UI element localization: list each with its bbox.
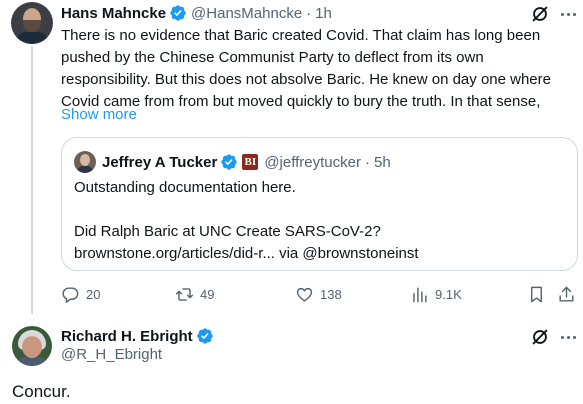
quoted-body-line: Outstanding documentation here.	[74, 179, 296, 196]
reply-tweet: Richard H. Ebright @R_H_Ebright Concur.	[0, 314, 583, 404]
avatar-hans-mahncke[interactable]	[11, 2, 53, 44]
view-count: 9.1K	[435, 286, 462, 302]
tweet-header: Hans Mahncke @HansMahncke · 1h	[61, 3, 332, 23]
avatar-richard-ebright[interactable]	[12, 326, 52, 366]
quoted-tweet-body: Outstanding documentation here. Did Ralp…	[74, 177, 419, 265]
heart-icon	[296, 287, 313, 302]
tweet-time[interactable]: 1h	[315, 5, 332, 22]
tweet-body: There is no evidence that Baric created …	[61, 25, 579, 113]
verified-badge-icon	[221, 154, 238, 170]
quoted-body-line: brownstone.org/articles/did-r... via @br…	[74, 245, 419, 262]
more-options-icon[interactable]	[557, 3, 579, 25]
views-button[interactable]: 9.1K	[410, 282, 462, 306]
tweet-body-line: responsibility. But this does not absolv…	[61, 71, 551, 88]
like-count: 138	[320, 286, 342, 302]
tweet-actions-bar: 20 49 138 9.1K	[0, 282, 583, 306]
thread-connector-line	[31, 46, 33, 314]
quoted-tweet-header: Jeffrey A Tucker BI @jeffreytucker · 5h	[102, 152, 391, 172]
bookmark-icon	[531, 286, 542, 302]
reply-button[interactable]: 20	[61, 282, 100, 306]
quoted-body-line: Did Ralph Baric at UNC Create SARS-CoV-2…	[74, 223, 381, 240]
quoted-author-name: Jeffrey A Tucker	[102, 153, 218, 171]
quoted-tweet-card[interactable]: Jeffrey A Tucker BI @jeffreytucker · 5h …	[61, 137, 578, 271]
bookmark-button[interactable]	[527, 282, 546, 306]
meta-separator: ·	[306, 4, 312, 22]
reply-count: 20	[86, 286, 101, 302]
reply-author-handle[interactable]: @R_H_Ebright	[61, 346, 162, 363]
repost-button[interactable]: 49	[175, 282, 214, 306]
meta-separator: ·	[364, 153, 370, 171]
author-handle[interactable]: @HansMahncke	[191, 5, 302, 22]
quoted-body-line	[74, 199, 419, 221]
quoted-author-handle: @jeffreytucker	[264, 153, 361, 171]
reply-author-row: Richard H. Ebright	[61, 326, 218, 346]
tweet-body-line: There is no evidence that Baric created …	[61, 27, 541, 44]
reply-icon	[62, 286, 79, 303]
reply-body: Concur.	[12, 382, 71, 401]
analytics-icon	[413, 286, 427, 302]
repost-icon	[175, 287, 194, 301]
reply-author-name[interactable]: Richard H. Ebright	[61, 328, 193, 345]
share-icon	[559, 286, 574, 302]
more-options-icon[interactable]	[557, 326, 579, 348]
show-more-link[interactable]: Show more	[61, 104, 137, 126]
grok-icon[interactable]	[529, 3, 551, 25]
tweet-body-line: Covid came from from but moved quickly t…	[61, 93, 541, 110]
grok-icon[interactable]	[529, 326, 551, 348]
verified-badge-icon	[170, 5, 186, 21]
author-name[interactable]: Hans Mahncke	[61, 5, 166, 22]
tweet-body-line: pushed by the Chinese Communist Party to…	[61, 49, 484, 66]
like-button[interactable]: 138	[295, 282, 342, 306]
avatar-jeffrey-tucker	[74, 151, 96, 173]
verified-badge-icon	[197, 328, 213, 344]
affiliate-badge-icon: BI	[242, 154, 259, 170]
repost-count: 49	[200, 286, 215, 302]
quoted-tweet-time: 5h	[373, 153, 391, 171]
share-button[interactable]	[557, 282, 576, 306]
main-tweet: Hans Mahncke @HansMahncke · 1h There is …	[0, 0, 583, 314]
